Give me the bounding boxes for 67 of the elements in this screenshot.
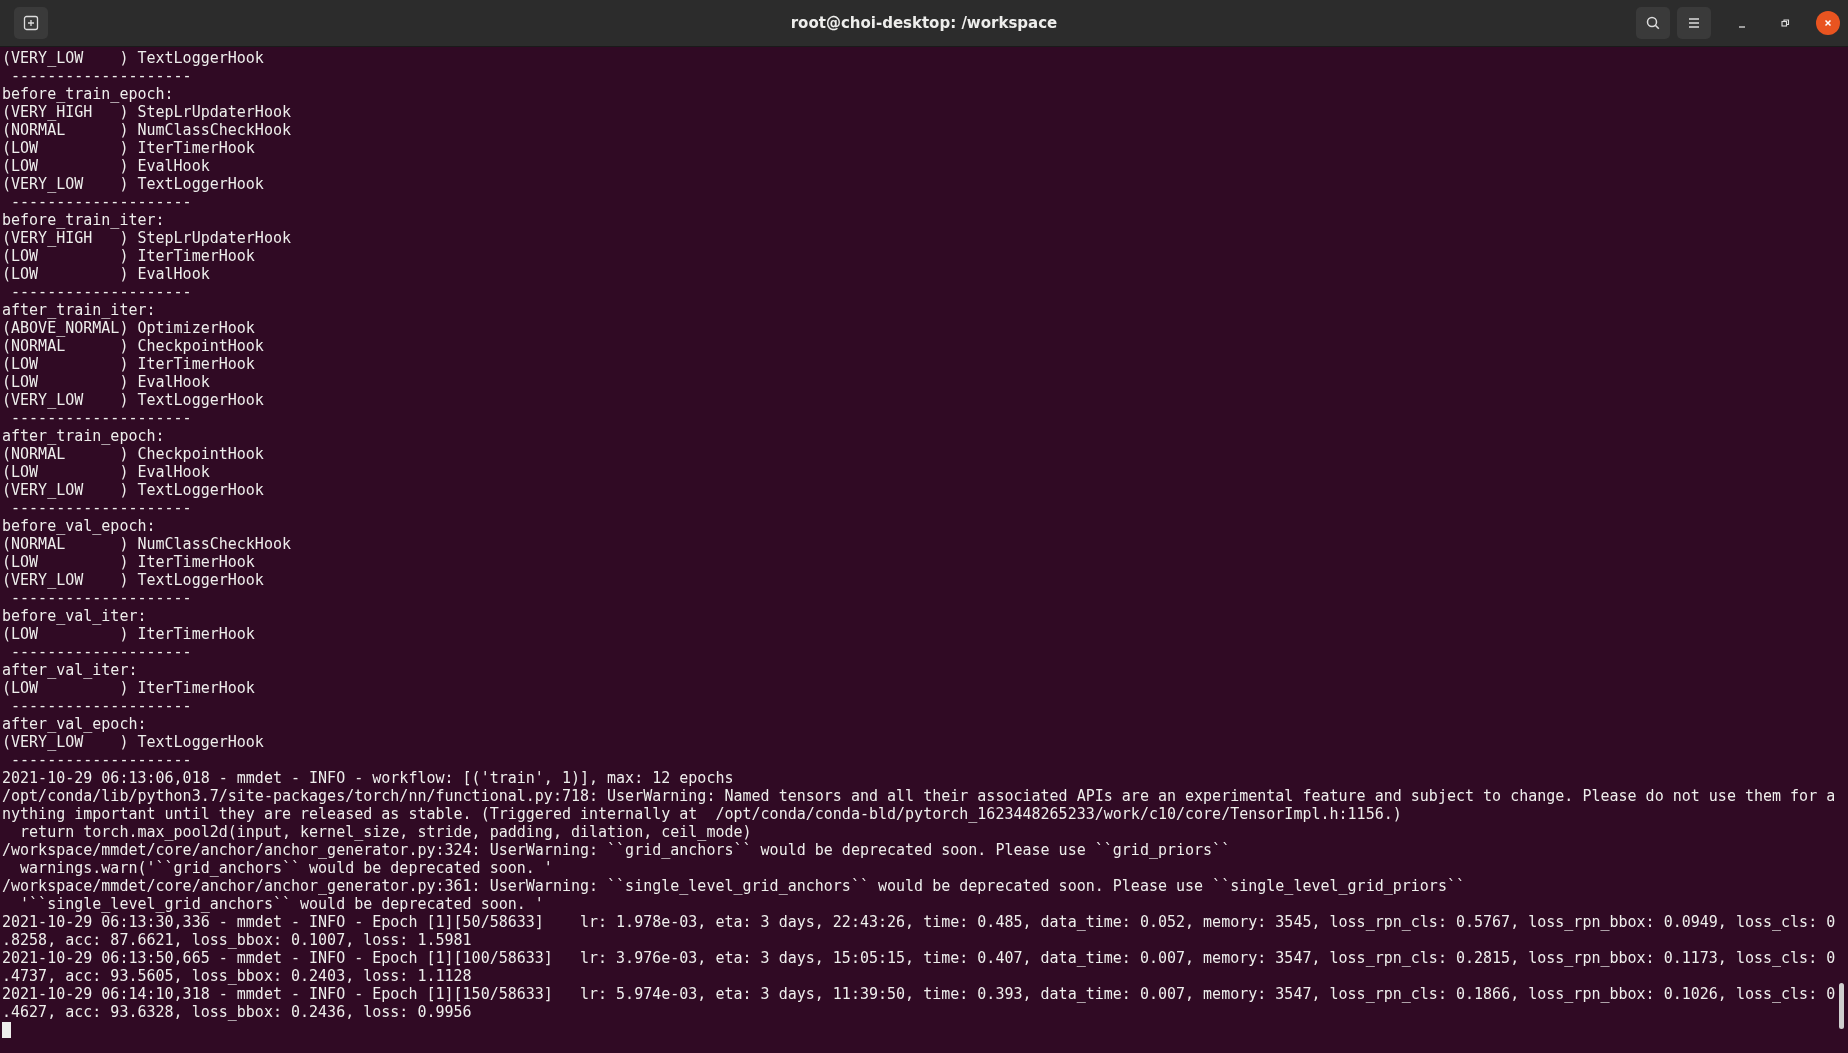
terminal-line: 2021-10-29 06:13:06,018 - mmdet - INFO - workflow: [('train', 1)], max: 12 epochs (2, 769, 734, 787)
terminal-line: before_train_epoch: (2, 85, 174, 103)
close-button[interactable] (1816, 11, 1840, 35)
terminal-line: .4737, acc: 93.5605, loss_bbox: 0.2403, loss: 1.1128 (2, 967, 472, 985)
terminal-line: (LOW ) EvalHook (2, 265, 210, 283)
restore-icon (1780, 18, 1790, 28)
terminal-line: (NORMAL ) CheckpointHook (2, 445, 264, 463)
terminal-line: (NORMAL ) NumClassCheckHook (2, 121, 291, 139)
terminal-line: 2021-10-29 06:13:50,665 - mmdet - INFO - Epoch [1][100/58633] lr: 3.976e-03, eta: 3 days, 15:05:15, time: 0.407, data_time: 0.007, memory: 3547, loss_rpn_cls: 0.2815, loss_rpn_bbox: 0.1173, loss_cls: 0 (2, 949, 1836, 967)
text-cursor (2, 1022, 11, 1038)
terminal-line: '``single_level_grid_anchors`` would be deprecated soon. ' (19, 895, 544, 913)
terminal-line: /workspace/mmdet/core/anchor/anchor_generator.py:324: UserWarning: ``grid_anchors`` would be deprecated soon. Please use ``grid_priors`` (2, 841, 1231, 859)
terminal-line: before_val_iter: (2, 607, 147, 625)
terminal-line: -------------------- (10, 697, 192, 715)
terminal-line: (LOW ) IterTimerHook (2, 553, 255, 571)
terminal-line: /workspace/mmdet/core/anchor/anchor_generator.py:361: UserWarning: ``single_level_grid_anchors`` would be deprecated soon. Please use ``single_level_grid_priors`` (2, 877, 1465, 895)
terminal-line: after_train_iter: (2, 301, 156, 319)
terminal-line: -------------------- (10, 67, 192, 85)
terminal-line: /opt/conda/lib/python3.7/site-packages/torch/nn/functional.py:718: UserWarning: Named tensors and all their associated APIs are an experimental feature and subject to change. Please do not use them for a (2, 787, 1836, 805)
terminal-line: (LOW ) IterTimerHook (2, 247, 255, 265)
new-tab-button[interactable] (14, 7, 48, 39)
terminal-line: (VERY_LOW ) TextLoggerHook (2, 481, 264, 499)
menu-icon (1687, 17, 1701, 29)
plus-icon (23, 15, 39, 31)
window-title: root@choi-desktop: /workspace (790, 14, 1058, 32)
scrollbar-thumb[interactable] (1839, 983, 1844, 1029)
terminal-line: after_val_epoch: (2, 715, 147, 733)
terminal-line: (LOW ) EvalHook (2, 463, 210, 481)
terminal-line: after_val_iter: (2, 661, 138, 679)
terminal-line: (LOW ) IterTimerHook (2, 679, 255, 697)
terminal-line: before_val_epoch: (2, 517, 156, 535)
terminal-line: -------------------- (10, 589, 192, 607)
search-icon (1645, 15, 1661, 31)
search-button[interactable] (1636, 7, 1670, 39)
terminal-line: (NORMAL ) NumClassCheckHook (2, 535, 291, 553)
terminal-line: (LOW ) IterTimerHook (2, 625, 255, 643)
terminal-line: (VERY_LOW ) TextLoggerHook (2, 571, 264, 589)
terminal-line: (VERY_HIGH ) StepLrUpdaterHook (2, 229, 291, 247)
terminal-line: (LOW ) IterTimerHook (2, 355, 255, 373)
terminal-line: (VERY_LOW ) TextLoggerHook (2, 49, 264, 67)
terminal-line: -------------------- (10, 751, 192, 769)
terminal-line: (VERY_HIGH ) StepLrUpdaterHook (2, 103, 291, 121)
terminal-line: before_train_iter: (2, 211, 165, 229)
terminal-line: -------------------- (10, 283, 192, 301)
terminal-line: (VERY_LOW ) TextLoggerHook (2, 391, 264, 409)
terminal-line: warnings.warn('``grid_anchors`` would be deprecated soon. ' (19, 859, 553, 877)
terminal-line: -------------------- (10, 193, 192, 211)
terminal-line: (LOW ) EvalHook (2, 373, 210, 391)
terminal-line: -------------------- (10, 643, 192, 661)
terminal-line: (VERY_LOW ) TextLoggerHook (2, 733, 264, 751)
close-icon (1823, 18, 1833, 28)
terminal-line: return torch.max_pool2d(input, kernel_size, stride, padding, dilation, ceil_mode) (19, 823, 752, 841)
terminal-line: 2021-10-29 06:13:30,336 - mmdet - INFO - Epoch [1][50/58633] lr: 1.978e-03, eta: 3 days, 22:43:26, time: 0.485, data_time: 0.052, memory: 3545, loss_rpn_cls: 0.5767, loss_rpn_bbox: 0.0949, loss_cls: 0 (2, 913, 1836, 931)
menu-button[interactable] (1677, 7, 1711, 39)
terminal-line: after_train_epoch: (2, 427, 165, 445)
terminal-line: -------------------- (10, 499, 192, 517)
terminal-line: (ABOVE_NORMAL) OptimizerHook (2, 319, 255, 337)
terminal-line: nything important until they are released as stable. (Triggered internally at /opt/conda/conda-bld/pytorch_1623448265233/work/c10/core/TensorImpl.h:1156.) (2, 805, 1402, 823)
terminal-line: -------------------- (10, 409, 192, 427)
terminal-line: 2021-10-29 06:14:10,318 - mmdet - INFO - Epoch [1][150/58633] lr: 5.974e-03, eta: 3 days, 11:39:50, time: 0.393, data_time: 0.007, memory: 3547, loss_rpn_cls: 0.1866, loss_rpn_bbox: 0.1026, loss_cls: 0 (2, 985, 1836, 1003)
terminal-line: .4627, acc: 93.6328, loss_bbox: 0.2436, loss: 0.9956 (2, 1003, 472, 1021)
terminal-line: (LOW ) EvalHook (2, 157, 210, 175)
terminal-line: (VERY_LOW ) TextLoggerHook (2, 175, 264, 193)
terminal-line: .8258, acc: 87.6621, loss_bbox: 0.1007, loss: 1.5981 (2, 931, 472, 949)
terminal-line: (NORMAL ) CheckpointHook (2, 337, 264, 355)
minimize-icon (1738, 26, 1746, 28)
terminal-line: (LOW ) IterTimerHook (2, 139, 255, 157)
